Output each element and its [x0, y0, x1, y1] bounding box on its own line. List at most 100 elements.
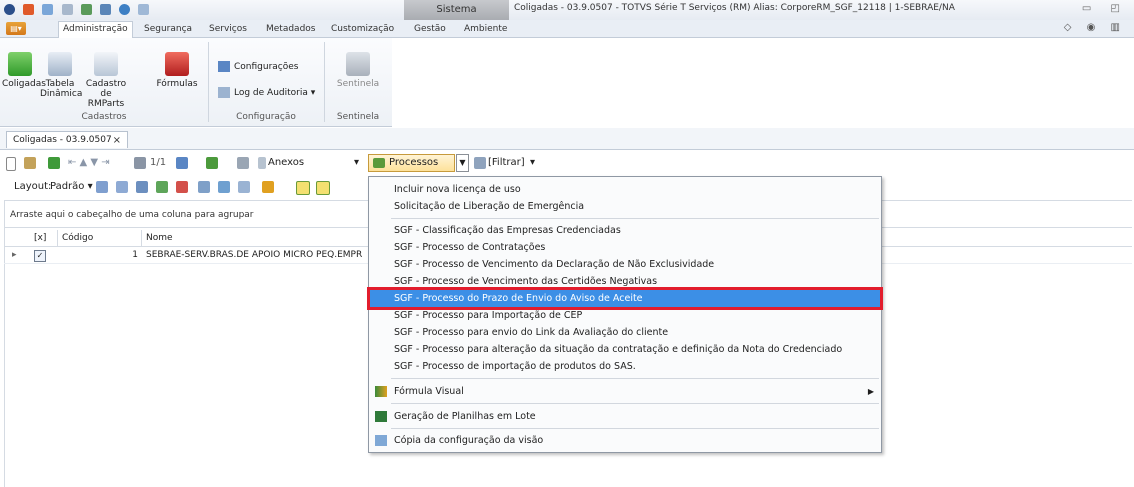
- menu-item-sgf-vencimento-declaracao[interactable]: SGF - Processo de Vencimento da Declaraç…: [370, 256, 880, 273]
- refresh-icon[interactable]: [48, 157, 60, 169]
- menu-separator: [391, 428, 879, 429]
- file-menu-button[interactable]: ▤▾: [6, 22, 26, 35]
- cadastro-label: Cadastro de RMParts: [85, 79, 127, 109]
- sentinel-icon: [346, 52, 370, 76]
- new-icon[interactable]: [6, 157, 16, 171]
- import-icon[interactable]: [176, 181, 188, 193]
- edit-icon[interactable]: [24, 157, 36, 169]
- pager-label: 1/1: [150, 157, 167, 168]
- menu-separator: [391, 403, 879, 404]
- app-orb-icon[interactable]: [4, 4, 15, 15]
- processos-button[interactable]: Processos: [368, 154, 455, 172]
- menu-item-sgf-contratacoes[interactable]: SGF - Processo de Contratações: [370, 239, 880, 256]
- tool-icon[interactable]: [99, 4, 111, 15]
- binoculars-icon[interactable]: [134, 157, 146, 169]
- tab-gestao[interactable]: Gestão: [410, 22, 450, 36]
- window-controls[interactable]: ▭ ◰: [1082, 3, 1128, 14]
- layout-icon[interactable]: [136, 181, 148, 193]
- layout-icon[interactable]: [61, 4, 73, 15]
- tab-coligadas[interactable]: Coligadas - 03.9.0507 ×: [6, 131, 128, 148]
- formula-visual-label: Fórmula Visual: [394, 386, 464, 397]
- submenu-arrow-icon: ▶: [867, 387, 874, 396]
- execute-icon[interactable]: [206, 157, 218, 169]
- column-header-nome[interactable]: Nome: [142, 230, 382, 246]
- navigation-arrows[interactable]: ⇤ ▲ ▼ ⇥: [68, 156, 110, 170]
- cell-codigo: 1: [132, 250, 138, 260]
- menu-item-incluir-licenca[interactable]: Incluir nova licença de uso: [370, 181, 880, 198]
- menu-item-sgf-link-avaliacao[interactable]: SGF - Processo para envio do Link da Ava…: [370, 324, 880, 341]
- menu-item-sgf-prazo-aviso-aceite[interactable]: SGF - Processo do Prazo de Envio do Avis…: [367, 287, 883, 310]
- chart-icon[interactable]: [262, 181, 274, 193]
- padrao-dropdown[interactable]: Padrão ▾: [50, 180, 93, 194]
- padrao-label: Padrão: [50, 181, 85, 192]
- row-checkbox[interactable]: ✓: [34, 250, 46, 262]
- processos-menu: Incluir nova licença de uso Solicitação …: [367, 176, 883, 453]
- globe-icon[interactable]: [119, 4, 131, 15]
- coligadas-button[interactable]: Coligadas: [2, 52, 46, 89]
- tabela-dinamica-button[interactable]: Tabela Dinâmica: [40, 52, 83, 99]
- filtrar-button[interactable]: [Filtrar]: [488, 156, 525, 170]
- tab-ambiente[interactable]: Ambiente: [460, 22, 511, 36]
- menu-item-copia-configuracao[interactable]: Cópia da configuração da visão: [370, 432, 880, 449]
- tabela-label: Tabela Dinâmica: [40, 79, 83, 99]
- export-icon[interactable]: [156, 181, 168, 193]
- log-auditoria-button[interactable]: Log de Auditoria ▾: [218, 86, 315, 100]
- menu-item-sgf-importacao-produtos[interactable]: SGF - Processo de importação de produtos…: [370, 358, 880, 375]
- menu-item-geracao-planilhas[interactable]: Geração de Planilhas em Lote: [370, 408, 880, 425]
- building-icon: [8, 52, 32, 76]
- column-header-codigo[interactable]: Código: [58, 230, 142, 246]
- tab-seguranca[interactable]: Segurança: [140, 22, 196, 36]
- filter-icon: [474, 157, 486, 169]
- config-icon: [218, 61, 230, 72]
- calendar-icon[interactable]: [176, 157, 188, 169]
- group-label-cadastros: Cadastros: [81, 112, 127, 122]
- group-separator: [208, 42, 209, 122]
- sort-icon[interactable]: [218, 181, 230, 193]
- menu-item-solicitacao-liberacao[interactable]: Solicitação de Liberação de Emergência: [370, 198, 880, 215]
- help-icons[interactable]: ◇ ◉ ▥: [1064, 22, 1126, 33]
- sentinela-button[interactable]: Sentinela: [330, 52, 386, 89]
- ribbon-panel: Coligadas Tabela Dinâmica Cadastro de RM…: [0, 38, 392, 127]
- formula-icon: [165, 52, 189, 76]
- quick-access-toolbar: [4, 4, 154, 16]
- layout-icon[interactable]: [116, 181, 128, 193]
- window-icon[interactable]: [42, 4, 54, 15]
- print-icon[interactable]: [237, 157, 249, 169]
- add-window-icon: [94, 52, 118, 76]
- menu-item-sgf-alteracao-situacao[interactable]: SGF - Processo para alteração da situaçã…: [370, 341, 880, 358]
- view-icon[interactable]: [296, 181, 310, 195]
- tab-metadados[interactable]: Metadados: [262, 22, 319, 36]
- layout-icon[interactable]: [96, 181, 108, 193]
- document-tab-strip: [0, 128, 1134, 150]
- group-icon[interactable]: [198, 181, 210, 193]
- tab-customizacao[interactable]: Customização: [327, 22, 398, 36]
- tab-servicos[interactable]: Serviços: [205, 22, 251, 36]
- processos-dropdown-icon[interactable]: ▼: [456, 154, 469, 172]
- column-icon[interactable]: [238, 181, 250, 193]
- log-icon: [218, 87, 230, 98]
- anexos-button[interactable]: Anexos: [268, 156, 304, 170]
- group-separator: [324, 42, 325, 122]
- paperclip-icon: [258, 157, 266, 169]
- menu-item-sgf-vencimento-certidoes[interactable]: SGF - Processo de Vencimento das Certidõ…: [370, 273, 880, 290]
- menu-item-sgf-importacao-cep[interactable]: SGF - Processo para Importação de CEP: [370, 307, 880, 324]
- column-header-check[interactable]: [x]: [28, 230, 58, 246]
- toolbar-main: ⇤ ▲ ▼ ⇥ 1/1 Anexos ▾ [Filtrar] ▾: [0, 151, 1134, 175]
- formulas-button[interactable]: Fórmulas: [154, 52, 200, 89]
- geracao-label: Geração de Planilhas em Lote: [394, 411, 536, 422]
- configuracoes-button[interactable]: Configurações: [218, 60, 298, 74]
- tab-administracao[interactable]: Administração: [58, 21, 133, 38]
- context-tab-sistema[interactable]: Sistema: [404, 0, 509, 20]
- menu-item-sgf-classificacao[interactable]: SGF - Classificação das Empresas Credenc…: [370, 222, 880, 239]
- copy-icon[interactable]: [138, 4, 150, 15]
- grid-icon[interactable]: [80, 4, 92, 15]
- anexos-dropdown-icon[interactable]: ▾: [354, 156, 359, 170]
- processos-label: Processos: [389, 157, 439, 168]
- menu-item-formula-visual[interactable]: Fórmula Visual ▶: [370, 383, 880, 400]
- close-icon[interactable]: ×: [113, 132, 121, 149]
- view-icon[interactable]: [316, 181, 330, 195]
- sentinela-label: Sentinela: [336, 79, 380, 89]
- cadastro-rmparts-button[interactable]: Cadastro de RMParts: [82, 52, 130, 109]
- color-icon[interactable]: [23, 4, 35, 15]
- filtrar-dropdown-icon[interactable]: ▾: [530, 156, 535, 170]
